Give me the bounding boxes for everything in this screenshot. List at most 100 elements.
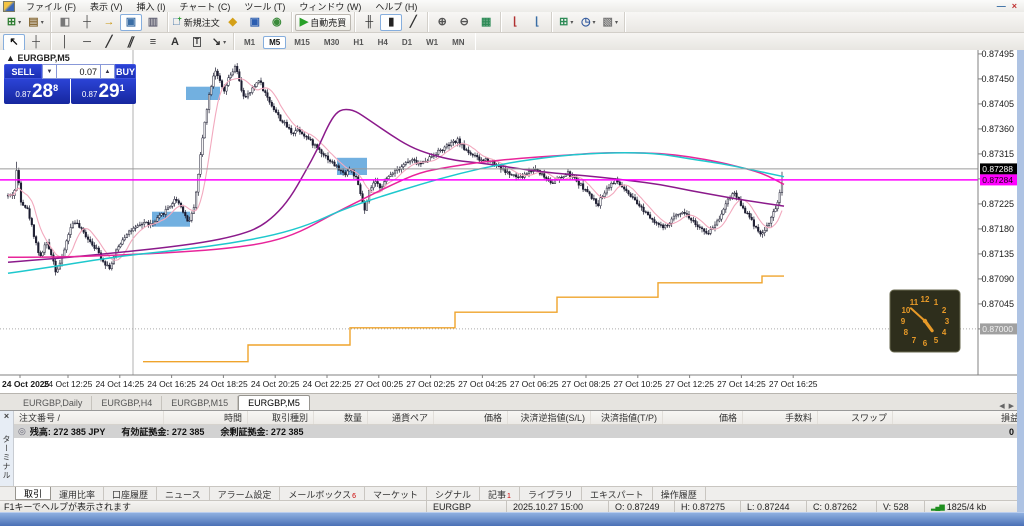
tab-scroll-right-icon[interactable]: ▶ [1009, 402, 1014, 410]
price-chart[interactable]: 0.874950.874500.874050.873600.873150.872… [0, 50, 1024, 393]
column-header-1[interactable]: 時間 [164, 411, 248, 424]
timeframe-d1[interactable]: D1 [396, 36, 418, 49]
lot-size-input[interactable]: 0.07 [57, 64, 100, 79]
tab-scroll-left-icon[interactable]: ◀ [999, 402, 1004, 410]
timeframe-m15[interactable]: M15 [288, 36, 316, 49]
tester-icon[interactable]: ▥ [142, 14, 164, 31]
terminal-tab-8[interactable]: 記事1 [480, 487, 520, 500]
timeframe-h4[interactable]: H4 [372, 36, 394, 49]
timeframe-w1[interactable]: W1 [420, 36, 444, 49]
terminal-tab-6[interactable]: マーケット [365, 487, 427, 500]
collapse-arrow-icon[interactable]: ▲ [6, 53, 15, 63]
bar-chart-mode-icon[interactable]: ╫ [358, 14, 380, 31]
zoom-out-icon[interactable]: ⊖ [453, 14, 475, 31]
menu-item-0[interactable]: ファイル (F) [19, 2, 83, 12]
chart-shift-icon[interactable]: ◧ [54, 14, 76, 31]
chart-symbol-label[interactable]: ▲ EURGBP,M5 [6, 53, 70, 63]
buy-price-panel[interactable]: 0.87 29 1 [71, 79, 137, 104]
profiles-icon[interactable]: ▤▾ [25, 14, 47, 31]
new-chart-icon[interactable]: ⊞▾ [3, 14, 25, 31]
terminal-close-icon[interactable]: × [4, 411, 9, 421]
column-header-7[interactable]: 決済指値(T/P) [591, 411, 663, 424]
auto-scroll-icon[interactable]: ┼ [76, 14, 98, 31]
data-window-icon[interactable]: ▣ [120, 14, 142, 31]
terminal-tab-1[interactable]: 運用比率 [51, 487, 104, 500]
fibonacci-icon[interactable]: ≡ [142, 34, 164, 51]
terminal-icon[interactable]: ▣ [244, 14, 266, 31]
column-header-10[interactable]: スワップ [818, 411, 893, 424]
sell-button[interactable]: SELL [4, 64, 42, 79]
timeframe-m1[interactable]: M1 [238, 36, 261, 49]
community-icon[interactable]: ◉ [266, 14, 288, 31]
column-header-3[interactable]: 数量 [314, 411, 368, 424]
templates-icon-dropdown[interactable]: ▾ [615, 19, 618, 26]
column-header-0[interactable]: 注文番号 / [14, 411, 164, 424]
expert-advisors-icon[interactable]: ◆ [222, 14, 244, 31]
terminal-tab-3[interactable]: ニュース [157, 487, 210, 500]
crosshair-icon[interactable]: ┼ [25, 34, 47, 51]
terminal-tab-0[interactable]: 取引 [15, 487, 51, 500]
buy-button[interactable]: BUY [115, 64, 136, 79]
periods-icon[interactable]: ◷▾ [577, 14, 599, 31]
column-header-11[interactable]: 損益 [893, 411, 1024, 424]
terminal-tab-10[interactable]: エキスパート [582, 487, 653, 500]
terminal-tab-11[interactable]: 操作履歴 [653, 487, 706, 500]
chart-area[interactable]: 0.874950.874500.874050.873600.873150.872… [0, 50, 1024, 393]
sell-price-panel[interactable]: 0.87 28 8 [4, 79, 70, 104]
add-indicator-icon[interactable]: ⊞▾ [555, 14, 577, 31]
profiles-icon-dropdown[interactable]: ▾ [41, 19, 44, 26]
add-indicator-icon-dropdown[interactable]: ▾ [570, 19, 573, 26]
auto-trading-button[interactable]: ▶自動売買 [295, 14, 351, 31]
close-icon[interactable]: × [1012, 1, 1017, 11]
chart-tab-0[interactable]: EURGBP,Daily [14, 396, 92, 410]
terminal-tab-2[interactable]: 口座履歴 [104, 487, 157, 500]
cursor-icon[interactable]: ↖ [3, 34, 25, 51]
zoom-in-icon[interactable]: ⊕ [431, 14, 453, 31]
candlestick-mode-icon[interactable]: ▮ [380, 14, 402, 31]
terminal-tab-7[interactable]: シグナル [427, 487, 480, 500]
menu-item-4[interactable]: ツール (T) [237, 2, 292, 12]
column-header-8[interactable]: 価格 [663, 411, 743, 424]
channel-icon[interactable]: ∥ [120, 34, 142, 51]
text-icon[interactable]: A [164, 34, 186, 51]
arrows-tool-icon[interactable]: ↘▾ [208, 34, 230, 51]
menu-item-1[interactable]: 表示 (V) [83, 2, 130, 12]
terminal-tab-9[interactable]: ライブラリ [520, 487, 582, 500]
lot-up-stepper[interactable]: ▲ [100, 64, 115, 79]
timeframe-m30[interactable]: M30 [318, 36, 346, 49]
scroll-to-end-icon[interactable]: → [98, 14, 120, 31]
menu-item-6[interactable]: ヘルプ (H) [368, 2, 424, 12]
new-chart-icon-dropdown[interactable]: ▾ [18, 19, 21, 26]
arrows-tool-icon-dropdown[interactable]: ▾ [223, 39, 226, 46]
terminal-tab-4[interactable]: アラーム設定 [210, 487, 281, 500]
column-header-2[interactable]: 取引種別 [248, 411, 314, 424]
timeframe-m5[interactable]: M5 [263, 36, 286, 49]
menu-item-3[interactable]: チャート (C) [173, 2, 238, 12]
terminal-tab-5[interactable]: メールボックス6 [280, 487, 365, 500]
horizontal-line-icon[interactable]: ─ [76, 34, 98, 51]
label-icon[interactable]: T [186, 34, 208, 51]
column-header-4[interactable]: 通貨ペア [368, 411, 434, 424]
templates-icon[interactable]: ▧▾ [599, 14, 621, 31]
column-header-5[interactable]: 価格 [434, 411, 508, 424]
periods-icon-dropdown[interactable]: ▾ [593, 19, 596, 26]
lot-down-stepper[interactable]: ▼ [42, 64, 57, 79]
column-header-9[interactable]: 手数料 [743, 411, 818, 424]
line-chart-mode-icon[interactable]: ╱ [402, 14, 424, 31]
menu-item-2[interactable]: 挿入 (I) [130, 2, 173, 12]
timeframe-h1[interactable]: H1 [347, 36, 369, 49]
chart-tab-1[interactable]: EURGBP,H4 [92, 396, 162, 410]
menu-item-5[interactable]: ウィンドウ (W) [292, 2, 368, 12]
chart-tab-2[interactable]: EURGBP,M15 [162, 396, 238, 410]
column-header-6[interactable]: 決済逆指値(S/L) [508, 411, 591, 424]
new-order-button[interactable]: □+新規注文 [171, 14, 222, 31]
timeframe-mn[interactable]: MN [446, 36, 470, 49]
indicator-windows-icon[interactable]: ⌊ [526, 14, 548, 31]
vertical-line-icon[interactable]: │ [54, 34, 76, 51]
supply-demand-zone-0[interactable] [186, 87, 220, 100]
minimize-icon[interactable]: — [997, 1, 1006, 11]
trendline-icon[interactable]: ╱ [98, 34, 120, 51]
indicators-icon[interactable]: ⌊ [504, 14, 526, 31]
tile-windows-icon[interactable]: ▦ [475, 14, 497, 31]
analog-clock-widget[interactable]: 123456789101112 [890, 290, 960, 352]
